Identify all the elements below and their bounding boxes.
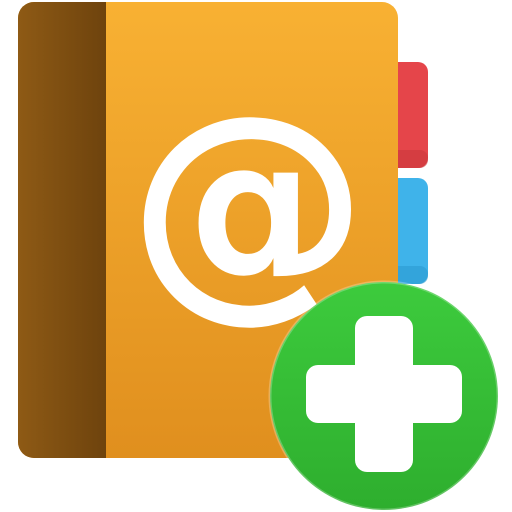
book-spine bbox=[18, 2, 106, 458]
address-book-add-graphic: @ bbox=[18, 2, 500, 512]
plus-vertical-bar bbox=[355, 316, 413, 472]
address-book-add-icon: @ bbox=[0, 0, 512, 512]
